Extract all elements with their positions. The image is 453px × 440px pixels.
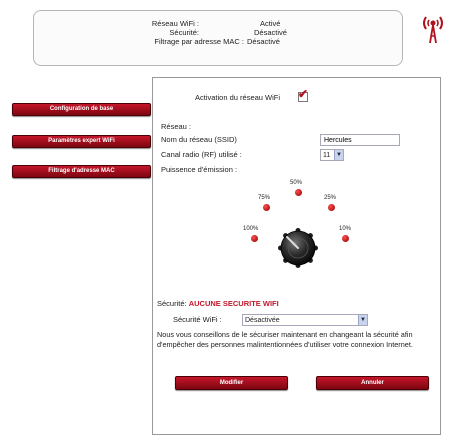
- sidebar-item-basic-config[interactable]: Configuration de base: [12, 103, 151, 116]
- power-label-25: 25%: [324, 195, 337, 201]
- modify-button[interactable]: Modifier: [175, 376, 288, 390]
- wifi-settings-panel: Activation du réseau WiFi ✔ Réseau : Nom…: [152, 77, 441, 435]
- ssid-label: Nom du réseau (SSID): [161, 135, 237, 144]
- security-advice: Nous vous conseillons de le sécuriser ma…: [157, 330, 413, 349]
- security-label: Sécurité:: [157, 299, 187, 308]
- sidebar-item-mac-filter[interactable]: Filtrage d'adresse MAC: [12, 165, 151, 178]
- power-knob[interactable]: [278, 228, 318, 268]
- security-wifi-select[interactable]: Désactivée ▼: [242, 314, 368, 326]
- status-mac-row: Filtrage par adresse MAC : Désactivé: [34, 37, 402, 47]
- checkmark-icon: ✔: [298, 87, 309, 101]
- network-heading: Réseau :: [161, 122, 192, 131]
- security-wifi-value: Désactivée: [245, 317, 280, 324]
- power-label-75: 75%: [258, 195, 271, 201]
- power-label-100: 100%: [243, 226, 259, 232]
- chevron-down-icon: ▼: [334, 150, 343, 160]
- security-row: Sécurité: AUCUNE SECURITE WIFI: [157, 299, 279, 308]
- ssid-input[interactable]: [320, 134, 400, 146]
- channel-value: 11: [323, 152, 331, 159]
- status-mac-label: Filtrage par adresse MAC :: [154, 37, 244, 46]
- security-wifi-label: Sécurité WiFi :: [173, 315, 222, 324]
- chevron-down-icon: ▼: [358, 315, 367, 325]
- power-dot-10[interactable]: [342, 235, 349, 242]
- channel-label: Canal radio (RF) utilisé :: [161, 150, 242, 159]
- activation-checkbox[interactable]: ✔: [298, 87, 308, 102]
- channel-select[interactable]: 11 ▼: [320, 149, 344, 161]
- power-label-50: 50%: [290, 180, 303, 186]
- cancel-button[interactable]: Annuler: [316, 376, 429, 390]
- power-dot-50[interactable]: [295, 189, 302, 196]
- status-mac-value: Désactivé: [247, 37, 280, 46]
- power-dot-100[interactable]: [251, 235, 258, 242]
- power-dot-25[interactable]: [328, 204, 335, 211]
- sidebar-item-expert-wifi[interactable]: Paramètres expert WiFi: [12, 135, 151, 148]
- status-panel: Réseau WiFi : Activé Sécurité: Désactivé…: [33, 10, 403, 66]
- power-dot-75[interactable]: [263, 204, 270, 211]
- power-label-10: 10%: [339, 226, 352, 232]
- security-warning: AUCUNE SECURITE WIFI: [188, 299, 279, 308]
- activation-label: Activation du réseau WiFi: [195, 93, 281, 102]
- power-label: Puissence d'émission :: [161, 165, 238, 174]
- wifi-antenna-icon: [423, 16, 443, 44]
